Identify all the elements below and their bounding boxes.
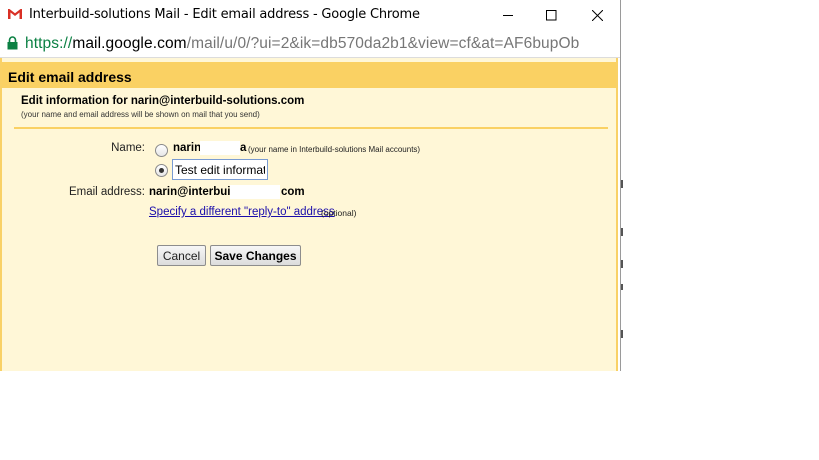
custom-name-input[interactable]	[172, 159, 268, 180]
background-edge-mark	[621, 260, 623, 268]
gmail-icon	[7, 8, 23, 20]
background-edge-mark	[621, 180, 623, 188]
info-note: (your name and email address will be sho…	[21, 110, 260, 119]
account-name-value: narin	[173, 142, 202, 154]
save-changes-button[interactable]: Save Changes	[210, 245, 301, 266]
cancel-button[interactable]: Cancel	[157, 245, 206, 266]
background-edge-mark	[621, 228, 623, 236]
edit-email-dialog: Edit email address Edit information for …	[0, 58, 618, 371]
redacted-area	[230, 185, 280, 199]
minimize-button[interactable]	[485, 0, 531, 30]
window-title: Interbuild-solutions Mail - Edit email a…	[29, 7, 420, 22]
name-option-custom-radio[interactable]	[155, 164, 168, 177]
email-address-tail: com	[281, 186, 305, 198]
reply-to-optional-note: (optional)	[321, 208, 357, 218]
close-button[interactable]	[574, 0, 620, 30]
title-bar: Interbuild-solutions Mail - Edit email a…	[0, 0, 620, 30]
info-title: Edit information for narin@interbuild-so…	[21, 95, 305, 107]
address-bar[interactable]: https://mail.google.com/mail/u/0/?ui=2&i…	[0, 30, 620, 58]
url-path: /mail/u/0/?ui=2&ik=db570da2b1&view=cf&at…	[186, 35, 580, 52]
background-edge-mark	[621, 330, 623, 338]
name-label: Name:	[111, 142, 145, 154]
maximize-button[interactable]	[528, 0, 574, 30]
minimize-icon	[502, 14, 513, 16]
lock-icon	[7, 36, 18, 50]
close-icon	[591, 9, 603, 21]
url-text[interactable]: https://mail.google.com/mail/u/0/?ui=2&i…	[25, 35, 579, 53]
background-edge-mark	[621, 284, 623, 290]
page-title: Edit email address	[8, 69, 132, 85]
maximize-icon	[545, 9, 556, 20]
email-address-value: narin@interbuild	[149, 186, 241, 198]
email-label: Email address:	[68, 186, 145, 198]
name-option-account-radio[interactable]	[155, 144, 168, 157]
url-scheme: https://	[25, 35, 73, 52]
browser-window: Interbuild-solutions Mail - Edit email a…	[0, 0, 621, 371]
url-host: mail.google.com	[72, 35, 187, 52]
divider	[14, 127, 608, 129]
redacted-area	[200, 141, 240, 155]
account-name-note: (your name in Interbuild-solutions Mail …	[248, 145, 421, 154]
account-name-tail: a	[240, 142, 247, 154]
reply-to-link[interactable]: Specify a different "reply-to" address	[149, 206, 335, 218]
dialog-header: Edit email address	[2, 62, 616, 88]
radio-selected-dot	[159, 168, 164, 173]
